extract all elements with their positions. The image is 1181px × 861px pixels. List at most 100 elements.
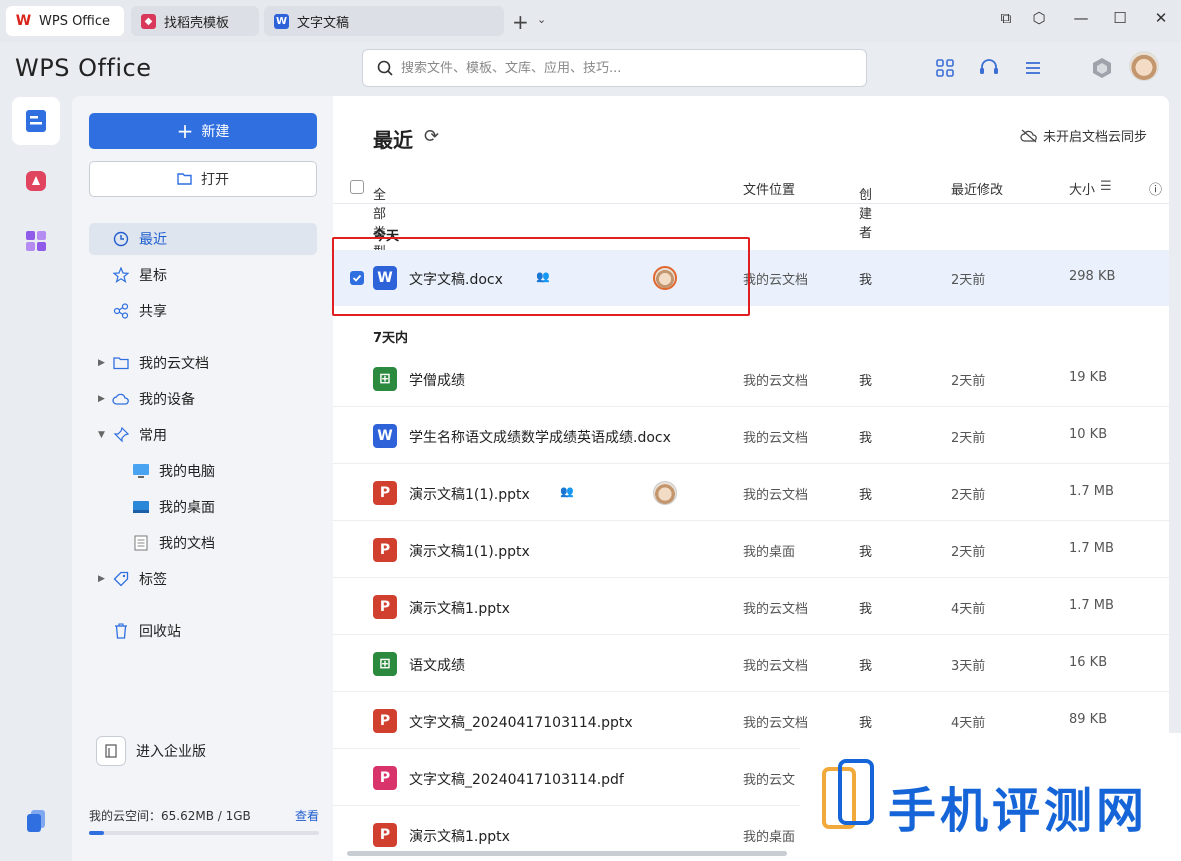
file-size: 16 KB (1069, 655, 1108, 670)
sidebar-item-frequent[interactable]: ▼ 常用 (89, 419, 317, 451)
apps-cube-icon (26, 231, 46, 251)
maximize-icon[interactable]: ☐ (1108, 9, 1132, 27)
column-modified[interactable]: 最近修改 (951, 179, 1003, 198)
file-row[interactable]: P 演示文稿1(1).pptx 我的云文档 我 2天前 1.7 MB 👥 (333, 465, 1169, 521)
sidebar-item-recycle-bin[interactable]: 回收站 (89, 615, 317, 647)
member-badge-icon[interactable] (1090, 56, 1114, 80)
add-tab-icon[interactable]: + (512, 10, 529, 34)
rail-apps-button[interactable] (12, 217, 60, 265)
window-restore-icon[interactable]: ⧉ (994, 9, 1018, 27)
pdf-file-icon: P (373, 766, 397, 790)
caret-right-icon[interactable]: ▶ (98, 394, 105, 404)
sidebar-item-cloud-docs[interactable]: ▶ 我的云文档 (89, 347, 317, 379)
horizontal-scrollbar[interactable] (347, 851, 787, 856)
column-settings-icon[interactable]: ☰ (1100, 179, 1112, 194)
rail-files-button[interactable] (12, 797, 60, 845)
caret-right-icon[interactable]: ▶ (98, 358, 105, 368)
file-name: 学生名称语文成绩数学成绩英语成绩.docx (409, 430, 671, 446)
app-rail (0, 96, 72, 861)
new-button-label: 新建 (201, 124, 230, 140)
storage-view-link[interactable]: 查看 (295, 807, 319, 824)
file-creator: 我 (859, 602, 873, 617)
sidebar: + 新建 打开 最近 星标 共享 ▶ 我的云文档 ▶ 我的设备 ▼ 常用 我的电… (72, 96, 333, 861)
file-row[interactable]: P 演示文稿1.pptx 我的云文档 我 4天前 1.7 MB (333, 579, 1169, 635)
open-button[interactable]: 打开 (89, 161, 317, 197)
sidebar-item-my-computer[interactable]: 我的电脑 (89, 455, 317, 487)
open-button-label: 打开 (201, 172, 229, 188)
file-modified: 4天前 (951, 716, 986, 731)
file-location: 我的云文档 (743, 431, 809, 446)
highlight-box (332, 237, 750, 316)
sidebar-item-my-documents[interactable]: 我的文档 (89, 527, 317, 559)
rail-documents-button[interactable] (12, 97, 60, 145)
headset-icon[interactable] (977, 56, 1001, 80)
tab-list-chevron-icon[interactable]: ⌄ (537, 13, 546, 26)
word-file-icon: W (373, 424, 397, 448)
sidebar-item-recent[interactable]: 最近 (89, 223, 317, 255)
watermark: 手机评测网 (800, 733, 1181, 861)
sidebar-item-tags[interactable]: ▶ 标签 (89, 563, 317, 595)
file-size: 19 KB (1069, 370, 1108, 385)
watermark-phone-icon (822, 759, 874, 829)
sidebar-item-label: 最近 (139, 232, 167, 248)
folder-open-icon (177, 173, 192, 185)
search-box[interactable] (362, 49, 867, 87)
shared-users-icon[interactable]: 👥 (560, 485, 574, 498)
plus-icon: + (176, 119, 194, 143)
rail-daoke-button[interactable] (12, 157, 60, 205)
storage-label: 我的云空间：65.62MB / 1GB (89, 809, 251, 823)
sidebar-item-shared[interactable]: 共享 (89, 295, 317, 327)
file-name: 演示文稿1(1).pptx (409, 487, 530, 503)
info-icon[interactable]: ⓘ (1149, 179, 1162, 198)
documents-icon (26, 110, 46, 132)
sidebar-item-label: 常用 (139, 428, 167, 444)
new-button[interactable]: + 新建 (89, 113, 317, 149)
enterprise-icon (96, 736, 126, 766)
word-doc-icon: W (274, 13, 289, 29)
select-all-checkbox[interactable] (350, 180, 364, 194)
file-name: 文字文稿_20240417103114.pdf (409, 772, 624, 788)
enterprise-entry[interactable]: 进入企业版 (96, 736, 206, 766)
caret-right-icon[interactable]: ▶ (98, 574, 105, 584)
tab-wps-office[interactable]: W WPS Office (6, 6, 124, 36)
sidebar-item-my-devices[interactable]: ▶ 我的设备 (89, 383, 317, 415)
file-row[interactable]: W 学生名称语文成绩数学成绩英语成绩.docx 我的云文档 我 2天前 10 KB (333, 408, 1169, 464)
close-icon[interactable]: ✕ (1149, 9, 1173, 27)
sidebar-item-my-desktop[interactable]: 我的桌面 (89, 491, 317, 523)
ppt-file-icon: P (373, 481, 397, 505)
column-size[interactable]: 大小 (1069, 179, 1099, 198)
cloud-off-icon (1020, 129, 1037, 142)
tab-word-document[interactable]: W 文字文稿 (264, 6, 504, 36)
sidebar-item-label: 我的文档 (159, 536, 215, 552)
sidebar-item-label: 回收站 (139, 624, 181, 640)
cube-icon[interactable]: ⬡ (1027, 9, 1051, 27)
column-location: 文件位置 (743, 183, 796, 198)
file-location: 我的桌面 (743, 830, 796, 845)
file-row[interactable]: P 演示文稿1(1).pptx 我的桌面 我 2天前 1.7 MB (333, 522, 1169, 578)
caret-down-icon[interactable]: ▼ (98, 430, 105, 440)
search-input[interactable] (401, 60, 841, 76)
file-row[interactable]: ⊞ 语文成绩 我的云文档 我 3天前 16 KB (333, 636, 1169, 692)
collaborator-avatar[interactable] (653, 481, 677, 505)
refresh-icon[interactable]: ⟳ (424, 126, 439, 147)
tab-daoke-template[interactable]: ◆ 找稻壳模板 (131, 6, 259, 36)
cloud-sync-toggle[interactable]: 未开启文档云同步 (1020, 126, 1147, 145)
file-name: 语文成绩 (409, 658, 465, 674)
apps-grid-icon[interactable] (933, 56, 957, 80)
sidebar-item-label: 标签 (139, 572, 167, 588)
file-name: 演示文稿1.pptx (409, 829, 510, 845)
ppt-file-icon: P (373, 709, 397, 733)
user-avatar[interactable] (1129, 51, 1159, 81)
file-location: 我的云文档 (743, 602, 809, 617)
file-size: 298 KB (1069, 269, 1116, 284)
document-icon (131, 535, 151, 551)
cloud-storage: 我的云空间：65.62MB / 1GB 查看 (89, 807, 319, 835)
excel-file-icon: ⊞ (373, 652, 397, 676)
menu-icon[interactable] (1021, 56, 1045, 80)
sidebar-item-starred[interactable]: 星标 (89, 259, 317, 291)
file-creator: 我 (859, 374, 873, 389)
file-row[interactable]: ⊞ 学僧成绩 我的云文档 我 2天前 19 KB (333, 351, 1169, 407)
file-creator: 我 (859, 545, 873, 560)
files-stack-icon (27, 810, 45, 832)
minimize-icon[interactable]: — (1069, 9, 1093, 27)
